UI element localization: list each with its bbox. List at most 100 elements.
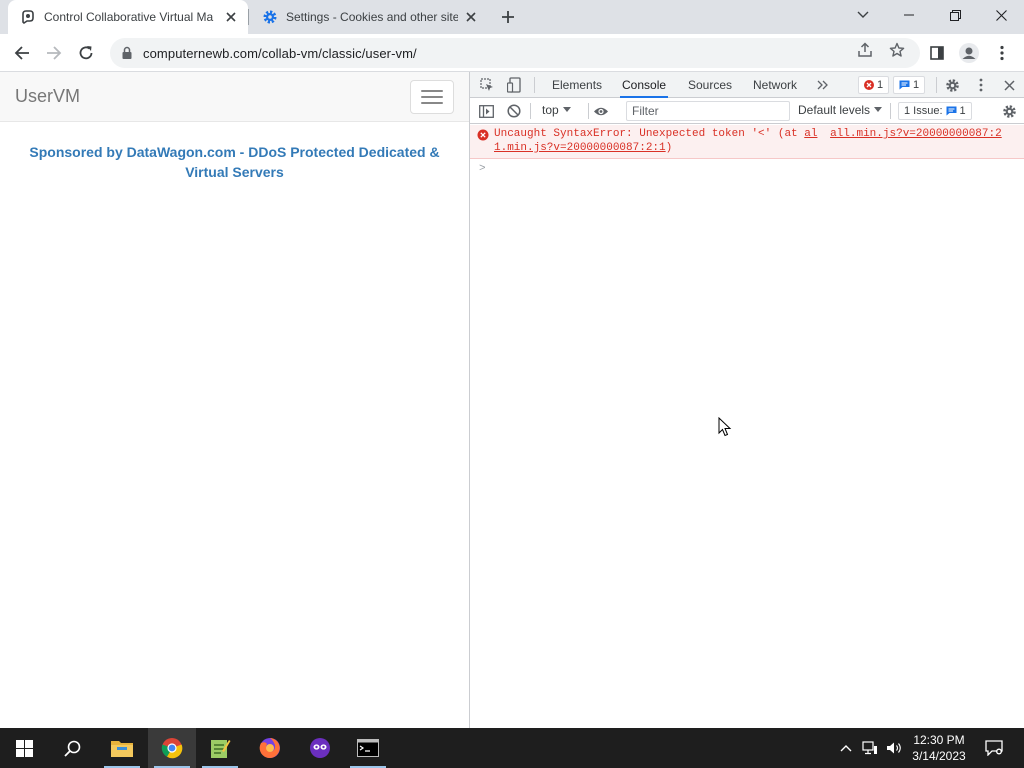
error-file-link-continued[interactable]: 1.min.js?v=20000000087:2:1: [494, 142, 666, 154]
message-count-badge[interactable]: 1: [893, 76, 926, 94]
site-brand[interactable]: UserVM: [15, 86, 80, 107]
side-panel-button[interactable]: [924, 40, 950, 66]
console-toolbar: top Default levels 1 Issue: 1: [470, 98, 1024, 124]
arrow-right-icon: [47, 46, 62, 60]
console-prompt[interactable]: >: [479, 163, 486, 175]
error-source-link[interactable]: al: [804, 128, 817, 140]
terminal-icon: [357, 739, 379, 757]
error-icon: [864, 80, 874, 90]
gear-icon: [263, 10, 277, 24]
hamburger-icon-bar: [421, 102, 443, 104]
console-settings-icon[interactable]: [1000, 102, 1018, 120]
error-file-link[interactable]: all.min.js?v=20000000087:2: [830, 128, 1002, 140]
caret-down-icon: [562, 107, 571, 112]
reload-button[interactable]: [73, 40, 99, 66]
more-tabs-icon[interactable]: [814, 76, 832, 94]
star-icon[interactable]: [889, 42, 905, 58]
url-text[interactable]: computernewb.com/collab-vm/classic/user-…: [143, 46, 417, 61]
minimize-button[interactable]: [886, 0, 932, 30]
taskbar-command-prompt[interactable]: [344, 728, 392, 768]
tab-elements[interactable]: Elements: [550, 72, 604, 98]
taskbar-clock[interactable]: 12:30 PM 3/14/2023: [900, 732, 978, 764]
context-selector[interactable]: top: [542, 103, 571, 117]
issues-button[interactable]: 1 Issue: 1: [898, 102, 972, 120]
taskbar-firefox[interactable]: [246, 728, 294, 768]
chrome-icon: [161, 738, 183, 759]
more-vertical-icon: [1000, 45, 1004, 61]
issues-count: 1: [959, 105, 966, 117]
nav-toggle-button[interactable]: [410, 80, 454, 114]
show-hidden-icons-button[interactable]: [838, 728, 854, 768]
console-error-message: Uncaught SyntaxError: Unexpected token '…: [470, 125, 1024, 159]
sponsor-link[interactable]: Sponsored by DataWagon.com - DDoS Protec…: [0, 142, 469, 182]
mouse-cursor-icon: [718, 417, 732, 437]
error-text: Uncaught SyntaxError: Unexpected token '…: [494, 128, 805, 140]
show-sidebar-icon[interactable]: [477, 102, 495, 120]
tab-search-button[interactable]: [840, 0, 886, 30]
minimize-icon: [904, 14, 914, 16]
collab-vm-favicon-icon: [22, 10, 34, 25]
browser-toolbar: computernewb.com/collab-vm/classic/user-…: [0, 34, 1024, 72]
mask-app-icon: [310, 738, 330, 758]
notification-icon: [985, 740, 1003, 756]
network-icon: [862, 741, 877, 755]
live-expression-eye-icon[interactable]: [592, 102, 610, 120]
tab-sources[interactable]: Sources: [686, 72, 734, 98]
restore-icon: [949, 9, 961, 21]
inspect-element-icon[interactable]: [478, 76, 496, 94]
taskbar-file-explorer[interactable]: [98, 728, 146, 768]
close-window-button[interactable]: [978, 0, 1024, 30]
taskbar-notepad-plus[interactable]: [196, 728, 244, 768]
chrome-menu-button[interactable]: [989, 40, 1015, 66]
issues-label: 1 Issue:: [904, 105, 943, 117]
tab-console[interactable]: Console: [620, 72, 669, 98]
message-icon: [899, 80, 910, 90]
folder-icon: [111, 741, 133, 757]
log-levels-dropdown[interactable]: Default levels: [798, 103, 883, 117]
device-toolbar-icon[interactable]: [505, 76, 523, 94]
network-tray-button[interactable]: [860, 728, 880, 768]
close-icon: [995, 9, 1007, 21]
firefox-icon: [259, 738, 280, 758]
new-tab-button[interactable]: [498, 7, 518, 27]
tab-settings[interactable]: Settings - Cookies and other site: [250, 0, 488, 34]
log-levels-label: Default levels: [798, 103, 871, 117]
divider: [936, 77, 937, 93]
start-button[interactable]: [0, 728, 48, 768]
tab-title: Settings - Cookies and other site: [286, 10, 458, 24]
clock-date: 3/14/2023: [912, 749, 966, 763]
tab-network[interactable]: Network: [751, 72, 799, 98]
search-button[interactable]: [48, 728, 96, 768]
address-bar[interactable]: computernewb.com/collab-vm/classic/user-…: [110, 38, 920, 68]
lock-icon[interactable]: [120, 46, 134, 60]
forward-button[interactable]: [41, 40, 67, 66]
devtools-settings-icon[interactable]: [943, 76, 961, 94]
windows-taskbar: 12:30 PM 3/14/2023: [0, 728, 1024, 768]
taskbar-chrome[interactable]: [148, 728, 196, 768]
profile-button[interactable]: [956, 40, 982, 66]
devtools-panel: Elements Console Sources Network 1 1 top…: [469, 72, 1024, 728]
share-icon[interactable]: [857, 42, 873, 58]
close-icon[interactable]: [222, 8, 240, 26]
arrow-left-icon: [14, 46, 29, 60]
divider: [530, 103, 531, 119]
site-navbar: UserVM: [0, 72, 469, 122]
error-text-close: ): [665, 142, 673, 154]
back-button[interactable]: [9, 40, 35, 66]
taskbar-app-purple[interactable]: [296, 728, 344, 768]
divider: [588, 103, 589, 119]
console-filter-input[interactable]: [626, 101, 790, 121]
restore-button[interactable]: [932, 0, 978, 30]
close-icon[interactable]: [462, 8, 480, 26]
plus-icon: [502, 11, 514, 23]
tab-collab-vm[interactable]: Control Collaborative Virtual Ma: [8, 0, 248, 34]
close-devtools-icon[interactable]: [1000, 76, 1018, 94]
tab-strip: Control Collaborative Virtual Ma Setting…: [0, 0, 1024, 34]
divider: [534, 77, 535, 93]
error-line-2: 1.min.js?v=20000000087:2:1): [494, 142, 672, 154]
hamburger-icon-bar: [421, 96, 443, 98]
action-center-button[interactable]: [980, 728, 1008, 768]
clear-console-icon[interactable]: [505, 102, 523, 120]
error-count-badge[interactable]: 1: [858, 76, 890, 94]
more-vertical-icon[interactable]: [972, 76, 990, 94]
